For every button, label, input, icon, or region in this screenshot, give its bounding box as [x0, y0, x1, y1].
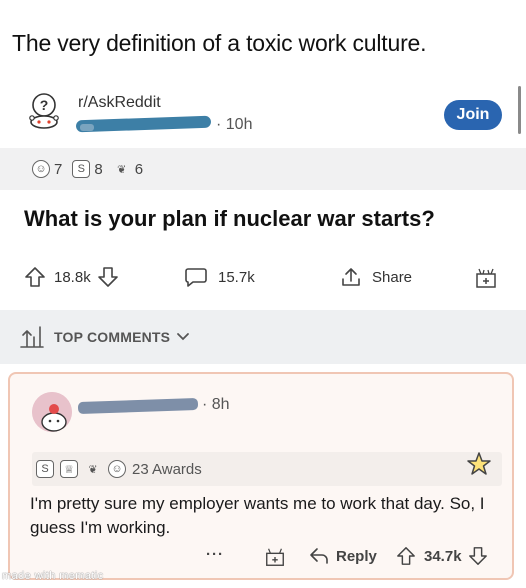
star-award-icon[interactable]: [465, 450, 493, 483]
sort-icon: [20, 323, 54, 352]
gift-award-icon: [474, 266, 498, 290]
meme-caption: The very definition of a toxic work cult…: [12, 30, 427, 56]
subreddit-avatar-icon[interactable]: ?: [26, 92, 62, 130]
gold-award-icon: ♕: [60, 460, 78, 478]
subreddit-name[interactable]: r/AskReddit: [78, 94, 161, 112]
post-awards-bar: ☺ 7 S 8 ❦ 6: [0, 148, 526, 190]
comments-button[interactable]: 15.7k: [184, 266, 255, 288]
share-icon: [340, 266, 362, 288]
comment-upvote-count: 34.7k: [424, 547, 462, 565]
helpful-award-icon: ☺: [32, 160, 50, 178]
wholesome-award-icon: ❦: [117, 163, 127, 176]
post-action-bar: 18.8k 15.7k Share: [0, 258, 526, 298]
silver-award-icon: S: [72, 160, 91, 178]
comment-action-bar: ··· Reply 34.7k: [10, 542, 516, 572]
silver-award-icon: S: [36, 460, 54, 478]
post-timestamp: · 10h: [216, 116, 253, 133]
join-button[interactable]: Join: [444, 100, 502, 130]
vote-group: 18.8k: [24, 266, 119, 288]
downvote-icon[interactable]: [97, 266, 119, 288]
more-options-button[interactable]: ···: [206, 546, 224, 563]
top-comments-sort[interactable]: TOP COMMENTS: [0, 310, 526, 364]
downvote-icon[interactable]: [468, 546, 488, 566]
svg-text:?: ?: [40, 97, 49, 113]
share-button[interactable]: Share: [340, 266, 412, 288]
gift-award-icon: [264, 546, 286, 568]
award-helpful[interactable]: ☺ 7: [32, 160, 62, 178]
reply-button[interactable]: Reply: [308, 546, 377, 566]
top-comments-label: TOP COMMENTS: [54, 329, 171, 345]
award-count: 6: [134, 160, 144, 178]
give-award-button[interactable]: [474, 266, 498, 290]
chevron-down-icon: [176, 329, 200, 345]
award-wholesome[interactable]: ❦ 6: [113, 160, 143, 178]
upvote-count: 18.8k: [54, 268, 91, 286]
comment-vote-group: 34.7k: [396, 546, 488, 566]
mematic-watermark: made with mematic: [2, 570, 104, 582]
comment-timestamp: · 8h: [202, 396, 230, 413]
reply-icon: [308, 546, 330, 566]
highlighted-comment: · 8h S ♕ ❦ ☺ 23 Awards I'm pretty sure m…: [8, 372, 514, 580]
scrollbar-thumb[interactable]: [518, 86, 521, 134]
comment-count: 15.7k: [218, 268, 255, 286]
wholesome-award-icon: ❦: [88, 463, 98, 476]
award-count: 7: [54, 160, 63, 178]
comment-awards-count: 23 Awards: [132, 460, 202, 478]
comment-awards-bar[interactable]: S ♕ ❦ ☺ 23 Awards: [32, 452, 502, 486]
award-silver[interactable]: S 8: [72, 160, 103, 178]
share-label: Share: [372, 268, 413, 286]
helpful-award-icon: ☺: [108, 460, 126, 478]
redacted-username-fragment: [80, 124, 94, 131]
commenter-avatar[interactable]: [32, 392, 72, 432]
comment-body: I'm pretty sure my employer wants me to …: [30, 494, 485, 537]
comment-bubble-icon: [184, 266, 208, 288]
post-title[interactable]: What is your plan if nuclear war starts?: [24, 206, 435, 232]
more-icon: ···: [206, 546, 224, 563]
upvote-icon[interactable]: [396, 546, 416, 566]
reply-label: Reply: [336, 547, 377, 565]
award-count: 8: [94, 160, 103, 178]
give-award-button[interactable]: [264, 546, 286, 568]
redacted-commenter-username: [77, 397, 199, 415]
upvote-icon[interactable]: [24, 266, 46, 288]
